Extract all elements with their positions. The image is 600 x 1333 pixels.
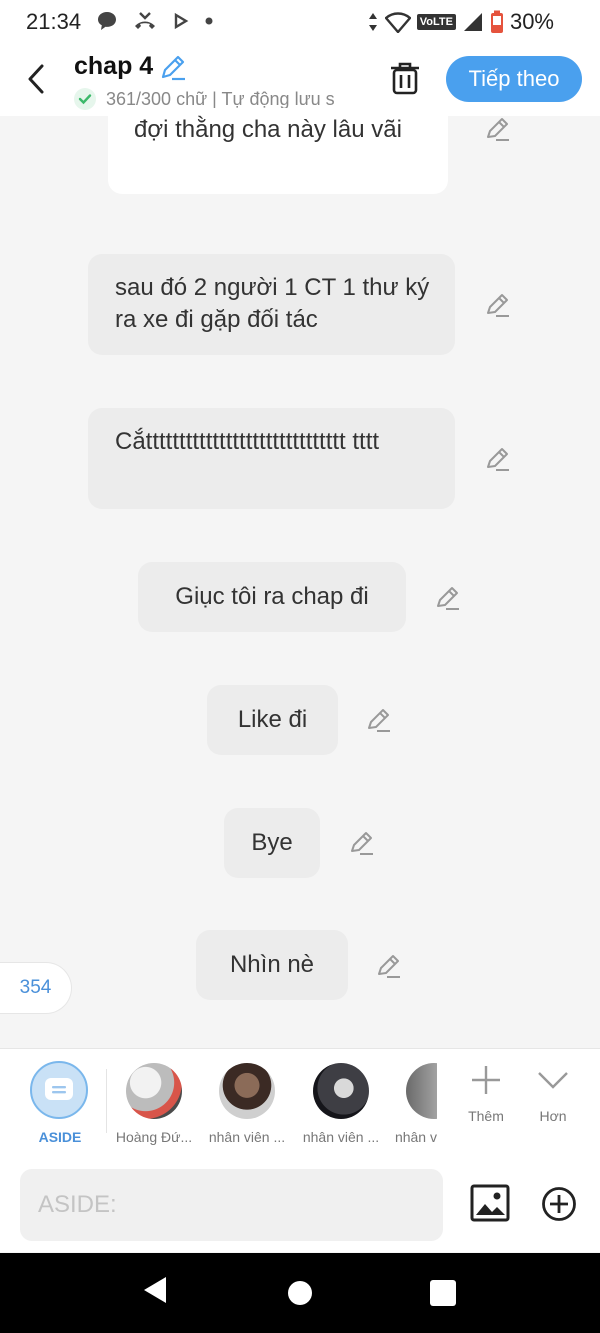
word-count-status: 361/300 chữ | Tự động lưu s: [74, 88, 362, 110]
chevron-down-icon: [538, 1072, 568, 1089]
trash-icon[interactable]: [388, 60, 422, 96]
message-bubble[interactable]: Giục tôi ra chap đi: [138, 562, 406, 632]
message-bubble[interactable]: Bye: [224, 808, 320, 878]
edit-message-icon[interactable]: [484, 445, 512, 473]
battery-percent: 30%: [509, 9, 554, 34]
more-label: Hơn: [539, 1108, 567, 1124]
character-item[interactable]: nhân v: [389, 1049, 437, 1157]
divider: [106, 1069, 107, 1133]
nav-recents-icon[interactable]: [430, 1280, 456, 1306]
character-item[interactable]: nhân viên ...: [296, 1049, 386, 1157]
chapter-title[interactable]: chap 4: [74, 52, 153, 81]
message-icon: [98, 12, 116, 30]
message-text: Bye: [251, 829, 293, 856]
system-nav-bar: [0, 1253, 600, 1333]
plus-icon: [472, 1066, 500, 1094]
character-item[interactable]: nhân viên ...: [202, 1049, 292, 1157]
nav-home-icon[interactable]: [288, 1281, 312, 1305]
character-label: ASIDE: [38, 1129, 82, 1145]
input-bar: [0, 1157, 600, 1252]
back-icon[interactable]: [22, 62, 52, 96]
check-icon: [74, 88, 96, 110]
message-bubble[interactable]: Nhìn nè: [196, 930, 348, 1000]
status-bar: 21:34 VoLTE 30%: [0, 0, 600, 44]
add-circle-icon[interactable]: [541, 1186, 577, 1222]
avatar: [406, 1063, 437, 1119]
edit-message-icon[interactable]: [484, 291, 512, 319]
character-label: nhân v: [394, 1129, 437, 1145]
avatar: [219, 1063, 275, 1119]
more-characters-button[interactable]: Hơn: [523, 1063, 583, 1124]
add-character-button[interactable]: Thêm: [456, 1063, 516, 1124]
word-count-text: 361/300 chữ | Tự động lưu s: [106, 88, 335, 109]
message-input[interactable]: [20, 1169, 443, 1241]
aside-avatar[interactable]: [30, 1061, 88, 1119]
aside-chat-icon: [45, 1078, 73, 1100]
missed-call-icon: [135, 12, 155, 29]
message-text: Giục tôi ra chap đi: [175, 583, 369, 610]
message-counter[interactable]: 354: [0, 962, 72, 1014]
edit-message-icon[interactable]: [484, 115, 512, 143]
message-text: Cắtttttttttttttttttttttttttttttt tttt: [115, 428, 380, 455]
notification-icons: [96, 10, 214, 32]
character-label: Hoàng Đứ...: [115, 1129, 193, 1145]
data-arrows-icon: [368, 13, 377, 31]
edit-message-icon[interactable]: [365, 706, 393, 734]
character-label: nhân viên ...: [302, 1129, 380, 1145]
play-icon: [174, 12, 189, 30]
next-button[interactable]: Tiếp theo: [446, 56, 582, 102]
edit-message-icon[interactable]: [348, 829, 376, 857]
edit-message-icon[interactable]: [434, 584, 462, 612]
character-label: nhân viên ...: [208, 1129, 286, 1145]
edit-title-icon[interactable]: [158, 52, 188, 82]
edit-message-icon[interactable]: [375, 952, 403, 980]
message-text: Nhìn nè: [229, 951, 315, 978]
status-time: 21:34: [26, 9, 82, 34]
message-bubble[interactable]: Like đi: [207, 685, 338, 755]
nav-back-icon[interactable]: [142, 1275, 168, 1305]
wifi-icon: [384, 12, 411, 33]
avatar: [313, 1063, 369, 1119]
message-text: sau đó 2 người 1 CT 1 thư ký ra xe đi gặ…: [115, 274, 430, 333]
volte-badge: VoLTE: [416, 14, 456, 30]
signal-icon: [463, 13, 482, 31]
system-icons: VoLTE 30%: [367, 9, 554, 35]
message-bubble[interactable]: đợi thằng cha này lâu vãi: [108, 108, 448, 194]
editor-header: chap 4 361/300 chữ | Tự động lưu s Tiếp …: [0, 44, 600, 116]
avatar: [126, 1063, 182, 1119]
character-bar: ASIDE Hoàng Đứ... nhân viên ... nhân viê…: [0, 1048, 600, 1158]
character-item[interactable]: Hoàng Đứ...: [109, 1049, 199, 1157]
message-bubble[interactable]: Cắtttttttttttttttttttttttttttttt tttt: [88, 408, 455, 509]
dot-icon: [205, 17, 213, 25]
message-text: đợi thằng cha này lâu vãi: [134, 116, 402, 143]
add-label: Thêm: [468, 1108, 504, 1124]
battery-icon: [490, 10, 503, 33]
message-bubble[interactable]: sau đó 2 người 1 CT 1 thư ký ra xe đi gặ…: [88, 254, 455, 355]
image-icon[interactable]: [470, 1184, 510, 1222]
message-text: Like đi: [237, 706, 308, 733]
